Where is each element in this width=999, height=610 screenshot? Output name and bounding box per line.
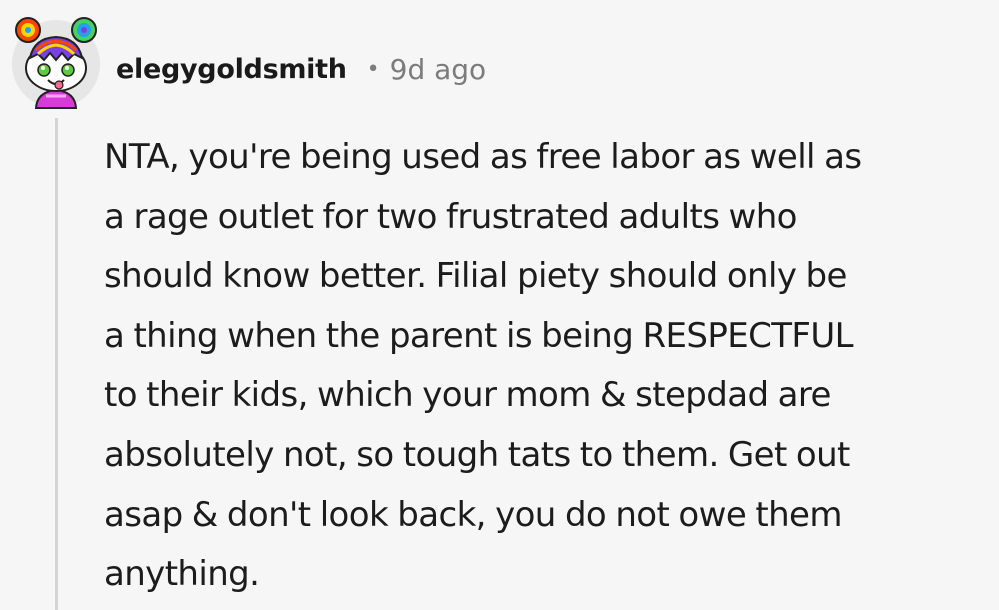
user-avatar[interactable] [10, 10, 102, 110]
meta-separator: • [366, 56, 380, 82]
comment-body: NTA, you're being used as free labor as … [104, 128, 984, 605]
snoo-avatar-icon [12, 17, 100, 109]
comment: elegygoldsmith • 9d ago NTA, you're bein… [0, 0, 999, 610]
comment-body-line: absolutely not, so tough tats to them. G… [104, 434, 850, 475]
comment-timestamp[interactable]: 9d ago [390, 53, 487, 86]
comment-body-line: asap & don't look back, you do not owe t… [104, 494, 842, 535]
comment-body-line: should know better. Filial piety should … [104, 256, 847, 297]
username-link[interactable]: elegygoldsmith [116, 54, 347, 85]
comment-body-line: a thing when the parent is being RESPECT… [104, 315, 854, 356]
comment-body-line: a rage outlet for two frustrated adults … [104, 196, 797, 237]
comment-meta: elegygoldsmith • 9d ago [116, 49, 486, 89]
thread-collapse-line[interactable] [55, 118, 58, 610]
comment-body-line: to their kids, which your mom & stepdad … [104, 375, 831, 416]
comment-body-line: NTA, you're being used as free labor as … [104, 137, 862, 177]
comment-body-line: anything. [104, 554, 260, 595]
